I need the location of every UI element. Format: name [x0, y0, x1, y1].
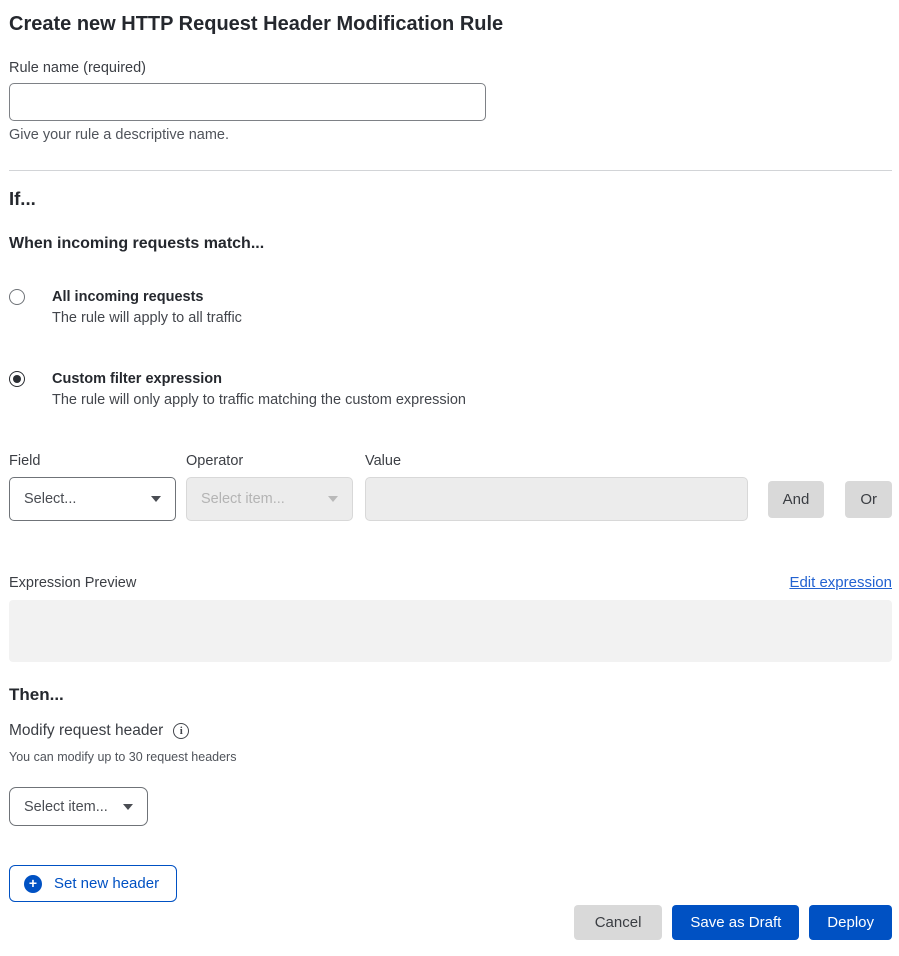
expression-preview-label: Expression Preview: [9, 575, 136, 591]
value-label: Value: [365, 453, 748, 469]
radio-option-label: All incoming requests: [52, 287, 242, 307]
page-title: Create new HTTP Request Header Modificat…: [9, 11, 892, 37]
set-new-header-button[interactable]: + Set new header: [9, 865, 177, 902]
rule-name-label: Rule name (required): [9, 60, 892, 76]
rule-name-helper: Give your rule a descriptive name.: [9, 127, 892, 143]
header-operation-select-value: Select item...: [24, 799, 108, 815]
create-rule-page: Create new HTTP Request Header Modificat…: [0, 0, 899, 940]
and-button[interactable]: And: [768, 481, 825, 518]
if-heading: If...: [9, 188, 892, 210]
conjunction-buttons: And Or: [768, 477, 892, 521]
modify-header-row: Modify request header i: [9, 722, 892, 740]
modify-header-helper: You can modify up to 30 request headers: [9, 750, 892, 764]
expression-preview-header: Expression Preview Edit expression: [9, 574, 892, 591]
cancel-button[interactable]: Cancel: [574, 905, 663, 940]
field-label: Field: [9, 453, 176, 469]
radio-option-description: The rule will apply to all traffic: [52, 307, 242, 330]
operator-column: Operator Select item...: [186, 453, 353, 521]
radio-option-texts: Custom filter expression The rule will o…: [52, 369, 466, 412]
radio-option-custom-filter-expression[interactable]: Custom filter expression The rule will o…: [9, 369, 892, 412]
radio-option-label: Custom filter expression: [52, 369, 466, 389]
radio-button-icon[interactable]: [9, 371, 25, 387]
operator-label: Operator: [186, 453, 353, 469]
save-as-draft-button[interactable]: Save as Draft: [672, 905, 799, 940]
chevron-down-icon: [123, 804, 133, 810]
deploy-button[interactable]: Deploy: [809, 905, 892, 940]
edit-expression-link[interactable]: Edit expression: [789, 574, 892, 591]
value-column: Value: [365, 453, 748, 521]
match-subheading: When incoming requests match...: [9, 235, 892, 253]
section-divider: [9, 170, 892, 171]
info-icon[interactable]: i: [173, 723, 189, 739]
chevron-down-icon: [151, 496, 161, 502]
then-heading: Then...: [9, 685, 892, 705]
header-operation-select[interactable]: Select item...: [9, 787, 148, 826]
expression-builder-row: Field Select... Operator Select item... …: [9, 453, 892, 521]
radio-option-description: The rule will only apply to traffic matc…: [52, 389, 466, 412]
operator-select[interactable]: Select item...: [186, 477, 353, 521]
rule-name-input[interactable]: [9, 83, 486, 121]
or-button[interactable]: Or: [845, 481, 892, 518]
plus-circle-icon: +: [24, 875, 42, 893]
chevron-down-icon: [328, 496, 338, 502]
field-column: Field Select...: [9, 453, 176, 521]
modify-request-header-label: Modify request header: [9, 722, 163, 740]
radio-option-all-incoming-requests[interactable]: All incoming requests The rule will appl…: [9, 287, 892, 330]
radio-option-texts: All incoming requests The rule will appl…: [52, 287, 242, 330]
set-new-header-label: Set new header: [54, 875, 159, 892]
radio-button-icon[interactable]: [9, 289, 25, 305]
field-select[interactable]: Select...: [9, 477, 176, 521]
value-input[interactable]: [365, 477, 748, 521]
footer-actions: Cancel Save as Draft Deploy: [9, 905, 892, 940]
field-select-value: Select...: [24, 491, 76, 507]
operator-select-value: Select item...: [201, 491, 285, 507]
expression-preview-box: [9, 600, 892, 662]
